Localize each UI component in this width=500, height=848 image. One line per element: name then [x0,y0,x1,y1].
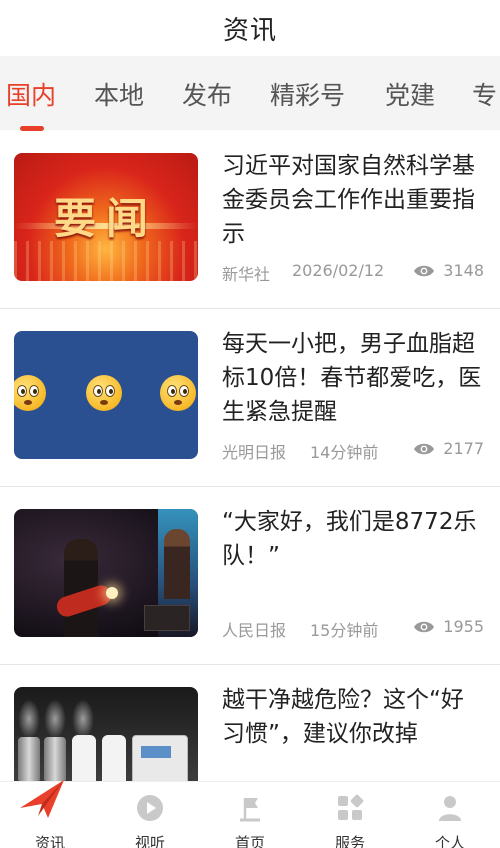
news-title[interactable]: 每天一小把，男子血脂超标10倍！春节都爱吃，医生紧急提醒 [222,327,484,429]
news-time: 2026/02/12 [292,261,385,280]
news-source: 光明日报 [222,443,287,462]
flushed-emoji-icon [14,375,46,411]
thumbnail-decoration [106,587,118,599]
flushed-emoji-icon [160,375,196,411]
eye-icon [414,443,435,454]
bottom-navigation: 资讯 视听 首页 服务 个人 [0,780,500,848]
nav-profile[interactable]: 个人 [400,782,500,848]
news-title[interactable]: “大家好，我们是8772乐队！” [222,505,484,573]
thumbnail-text: 要闻 [53,194,158,243]
eye-icon [414,265,435,276]
news-meta: 光明日报 14分钟前 2177 [222,437,484,462]
tab-featured[interactable]: 精彩号 [270,76,345,112]
nav-media[interactable]: 视听 [100,782,200,848]
paper-plane-icon [20,780,64,818]
thumbnail-decoration [132,735,188,781]
page-title: 资讯 [222,15,277,46]
view-count: 3148 [413,261,484,280]
news-feed[interactable]: 要闻 习近平对国家自然科学基金委员会工作作出重要指示 新华社 2026/02/1… [0,131,500,781]
nav-services[interactable]: 服务 [300,782,400,848]
app-header: 资讯 [0,0,500,56]
news-item[interactable]: 要闻 习近平对国家自然科学基金委员会工作作出重要指示 新华社 2026/02/1… [0,131,500,309]
news-thumbnail [14,687,198,781]
thumbnail-decoration [18,737,40,781]
view-count: 2177 [413,439,484,458]
news-time: 14分钟前 [310,443,379,462]
thumbnail-decoration [18,699,40,739]
eye-icon [414,621,435,632]
tab-special[interactable]: 专 [472,76,497,112]
nav-label: 服务 [334,834,365,848]
category-tabs: 国内 本地 发布 精彩号 党建 专 [0,56,500,130]
thumbnail-decoration [44,699,66,739]
view-count: 1955 [413,617,484,636]
nav-label: 首页 [234,834,265,848]
person-icon [439,796,461,821]
flushed-emoji-icon [86,375,122,411]
news-thumbnail [14,509,198,637]
tab-party[interactable]: 党建 [385,76,435,112]
news-meta: 新华社 2026/02/12 3148 [222,259,484,284]
home-flag-icon [240,798,260,822]
news-time: 15分钟前 [310,621,379,640]
thumbnail-decoration [14,241,198,281]
view-count-value: 2177 [443,439,484,458]
nav-label: 资讯 [34,834,65,848]
play-icon [137,795,163,821]
nav-news[interactable]: 资讯 [0,780,100,848]
news-source: 新华社 [222,265,271,284]
tab-domestic[interactable]: 国内 [6,76,56,112]
view-count-value: 1955 [443,617,484,636]
news-item[interactable]: 越干净越危险？这个“好习惯”，建议你改掉 [0,665,500,781]
news-thumbnail [14,331,198,459]
thumbnail-decoration [44,737,66,781]
news-thumbnail: 要闻 [14,153,198,281]
news-title[interactable]: 习近平对国家自然科学基金委员会工作作出重要指示 [222,149,484,251]
thumbnail-decoration [72,699,94,739]
news-item[interactable]: 每天一小把，男子血脂超标10倍！春节都爱吃，医生紧急提醒 光明日报 14分钟前 … [0,309,500,487]
tab-local[interactable]: 本地 [94,76,144,112]
news-source: 人民日报 [222,621,287,640]
news-meta: 人民日报 15分钟前 1955 [222,615,484,640]
view-count-value: 3148 [443,261,484,280]
news-item[interactable]: “大家好，我们是8772乐队！” 人民日报 15分钟前 1955 [0,487,500,665]
thumbnail-decoration [72,735,96,781]
news-title[interactable]: 越干净越危险？这个“好习惯”，建议你改掉 [222,683,484,751]
nav-label: 个人 [434,834,465,848]
tab-publish[interactable]: 发布 [182,76,232,112]
nav-label: 视听 [134,834,165,848]
thumbnail-decoration [144,605,190,631]
thumbnail-decoration [102,735,126,781]
nav-home[interactable]: 首页 [200,782,300,848]
thumbnail-decoration [164,529,190,599]
grid-icon [338,794,364,820]
